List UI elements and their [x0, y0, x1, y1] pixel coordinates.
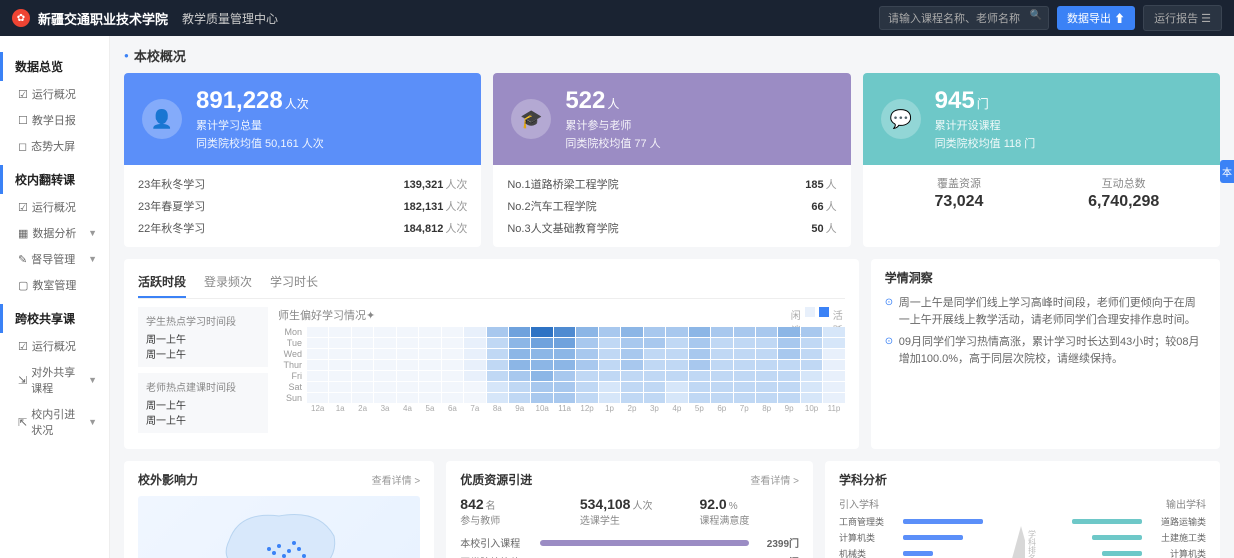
topbar: ✿ 新疆交通职业技术学院 教学质量管理中心 请输入课程名称、老师名称 数据导出 …: [0, 0, 1234, 36]
insight-title: 学情洞察: [885, 269, 1206, 286]
china-map: [138, 496, 420, 558]
person-icon: 👤: [142, 99, 182, 139]
nav-item-run-overview[interactable]: ☑ 运行概况: [0, 81, 109, 107]
chevron-down-icon: ▼: [88, 375, 97, 385]
subject-bar: 计算机类: [1058, 547, 1206, 558]
kpi: 842名参与教师: [460, 496, 560, 527]
import-panel: 优质资源引进 查看详情 > 842名参与教师 534,108人次选课学生 92.0%…: [446, 461, 813, 558]
import-title: 优质资源引进: [460, 471, 532, 488]
nav-item-share-out[interactable]: ⇲ 对外共享课程▼: [0, 359, 109, 401]
section-title: 本校概况: [124, 46, 1220, 65]
org-name: 新疆交通职业技术学院: [38, 9, 168, 28]
kpi: 92.0%课程满意度: [699, 496, 799, 527]
heatmap-legend: 闲谈活跃: [789, 307, 845, 323]
insight-item: 周一上午是同学们线上学习高峰时间段，老师们更倾向于在周一上午开展线上教学活动，请…: [885, 292, 1206, 331]
heatmap-title: 师生偏好学习情况✦: [278, 307, 375, 323]
list-item: 22年秋冬学习184,812人次: [138, 217, 467, 239]
import-detail-link[interactable]: 查看详情 >: [750, 472, 799, 487]
outreach-panel: 校外影响力 查看详情 > 选课学校数024: [124, 461, 434, 558]
nav-item-supervise[interactable]: ✎ 督导管理▼: [0, 246, 109, 272]
system-name: 教学质量管理中心: [182, 10, 278, 27]
hbar-row: 同类院校均值177门: [460, 554, 799, 558]
subject-bar: 土建施工类: [1058, 531, 1206, 544]
outreach-detail-link[interactable]: 查看详情 >: [372, 472, 421, 487]
nav-item-share-run[interactable]: ☑ 运行概况: [0, 333, 109, 359]
sidebar: 数据总览 ☑ 运行概况 ☐ 教学日报 ◻ 态势大屏 校内翻转课 ☑ 运行概况 ▦…: [0, 36, 110, 558]
chevron-down-icon: ▼: [88, 228, 97, 238]
chevron-down-icon: ▼: [88, 417, 97, 427]
side-floating-tab[interactable]: 本: [1220, 160, 1234, 183]
outreach-title: 校外影响力: [138, 471, 198, 488]
pyramid-icon: 学科排名: [1008, 496, 1038, 558]
student-hot-period: 学生热点学习时间段 周一上午 周一上午: [138, 307, 268, 367]
insight-item: 09月同学们学习热情高涨，累计学习时长达到43小时；较08月增加100.0%，高…: [885, 331, 1206, 370]
teacher-hot-period: 老师热点建课时间段 周一上午 周一上午: [138, 373, 268, 433]
tab-login-freq[interactable]: 登录频次: [204, 269, 252, 298]
logo-icon: ✿: [12, 9, 30, 27]
list-item: 23年春夏学习182,131人次: [138, 195, 467, 217]
tab-study-duration[interactable]: 学习时长: [270, 269, 318, 298]
stat-learning-total: 891,228: [196, 87, 283, 114]
nav-item-analysis[interactable]: ▦ 数据分析▼: [0, 220, 109, 246]
tab-active-period[interactable]: 活跃时段: [138, 269, 186, 298]
report-button[interactable]: 运行报告 ☰: [1143, 5, 1222, 31]
subject-bar: 机械类: [839, 547, 987, 558]
stat-interactions: 6,740,298: [1041, 193, 1206, 211]
list-item: No.2汽车工程学院66人: [507, 195, 836, 217]
nav-group-flip: 校内翻转课: [0, 165, 109, 194]
subject-bar: 工商管理类: [839, 515, 987, 528]
activity-panel: 活跃时段 登录频次 学习时长 学生热点学习时间段 周一上午 周一上午 老师热点建…: [124, 259, 859, 449]
nav-item-classroom[interactable]: ▢ 教室管理: [0, 272, 109, 298]
list-item: 23年秋冬学习139,321人次: [138, 173, 467, 195]
stat-card-teachers: 🎓 522人 累计参与老师 同类院校均值 77 人 No.1道路桥梁工程学院18…: [493, 73, 850, 247]
nav-item-daily[interactable]: ☐ 教学日报: [0, 107, 109, 133]
subject-panel: 学科分析 引入学科 工商管理类计算机类机械类中国语言文学类管理科学与工程类 学科…: [825, 461, 1220, 558]
stat-resources: 73,024: [877, 193, 1042, 211]
nav-item-bigscreen[interactable]: ◻ 态势大屏: [0, 133, 109, 159]
subject-title: 学科分析: [839, 471, 887, 488]
chat-icon: 💬: [881, 99, 921, 139]
stat-card-learning: 👤 891,228人次 累计学习总量 同类院校均值 50,161 人次 23年秋…: [124, 73, 481, 247]
subject-bar: 道路运输类: [1058, 515, 1206, 528]
search-input[interactable]: 请输入课程名称、老师名称: [879, 6, 1049, 30]
stat-teacher-total: 522: [565, 87, 605, 114]
stat-card-courses: 💬 945门 累计开设课程 同类院校均值 118 门 覆盖资源73,024 互动…: [863, 73, 1220, 247]
nav-group-share: 跨校共享课: [0, 304, 109, 333]
subject-bar: 计算机类: [839, 531, 987, 544]
nav-group-overview: 数据总览: [0, 52, 109, 81]
kpi: 534,108人次选课学生: [580, 496, 680, 527]
stat-course-total: 945: [935, 87, 975, 114]
list-item: No.1道路桥梁工程学院185人: [507, 173, 836, 195]
heatmap-chart: MonTueWedThurFriSatSun12a1a2a3a4a5a6a7a8…: [278, 327, 845, 413]
export-button[interactable]: 数据导出 ⬆: [1057, 6, 1135, 30]
list-item: No.3人文基础教育学院50人: [507, 217, 836, 239]
nav-item-share-in[interactable]: ⇱ 校内引进状况▼: [0, 401, 109, 443]
nav-item-flip-run[interactable]: ☑ 运行概况: [0, 194, 109, 220]
main-content: 本校概况 👤 891,228人次 累计学习总量 同类院校均值 50,161 人次…: [110, 36, 1234, 558]
badge-icon: 🎓: [511, 99, 551, 139]
insight-panel: 学情洞察 周一上午是同学们线上学习高峰时间段，老师们更倾向于在周一上午开展线上教…: [871, 259, 1220, 449]
chevron-down-icon: ▼: [88, 254, 97, 264]
hbar-row: 本校引入课程2399门: [460, 535, 799, 550]
